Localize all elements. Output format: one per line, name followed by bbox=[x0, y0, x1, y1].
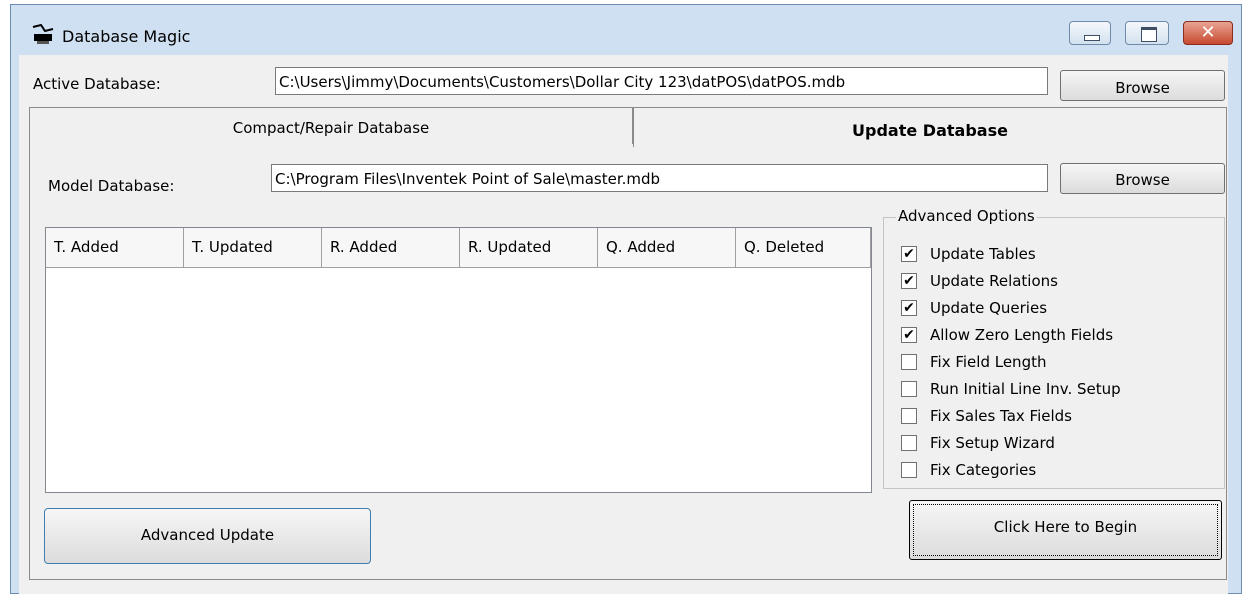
window-title: Database Magic bbox=[62, 27, 191, 46]
column-header-r-added[interactable]: R. Added bbox=[322, 228, 460, 268]
active-database-path-field[interactable]: C:\Users\Jimmy\Documents\Customers\Dolla… bbox=[275, 67, 1048, 95]
model-database-label: Model Database: bbox=[48, 177, 175, 195]
column-header-q-added[interactable]: Q. Added bbox=[598, 228, 736, 268]
model-database-path-field[interactable]: C:\Program Files\Inventek Point of Sale\… bbox=[271, 164, 1048, 192]
begin-button-label: Click Here to Begin bbox=[913, 504, 1218, 556]
option-label: Update Relations bbox=[930, 272, 1058, 290]
checkbox-fix-sales-tax-fields[interactable] bbox=[901, 408, 917, 424]
maximize-icon bbox=[1141, 27, 1157, 42]
option-label: Fix Categories bbox=[930, 461, 1037, 479]
option-label: Allow Zero Length Fields bbox=[930, 326, 1114, 344]
column-header-q-deleted[interactable]: Q. Deleted bbox=[736, 228, 871, 268]
title-bar[interactable]: Database Magic ✕ bbox=[0, 0, 1250, 55]
tab-update-database[interactable]: Update Database bbox=[633, 107, 1227, 147]
checkbox-update-queries[interactable]: ✔ bbox=[901, 300, 917, 316]
maximize-button[interactable] bbox=[1125, 21, 1169, 45]
minimize-button[interactable] bbox=[1069, 21, 1111, 45]
option-label: Fix Field Length bbox=[930, 353, 1047, 371]
begin-button[interactable]: Click Here to Begin bbox=[909, 500, 1222, 560]
option-label: Update Tables bbox=[930, 245, 1036, 263]
option-label: Run Initial Line Inv. Setup bbox=[930, 380, 1121, 398]
checkbox-update-relations[interactable]: ✔ bbox=[901, 273, 917, 289]
model-database-browse-button[interactable]: Browse bbox=[1060, 163, 1225, 194]
option-label: Update Queries bbox=[930, 299, 1048, 317]
advanced-options-title: Advanced Options bbox=[896, 207, 1037, 225]
close-icon: ✕ bbox=[1200, 22, 1216, 43]
column-header-t-updated[interactable]: T. Updated bbox=[184, 228, 322, 268]
tab-compact-repair[interactable]: Compact/Repair Database bbox=[29, 107, 633, 144]
advanced-update-button[interactable]: Advanced Update bbox=[44, 508, 371, 564]
checkbox-run-initial-line-inv-setup[interactable] bbox=[901, 381, 917, 397]
option-label: Fix Sales Tax Fields bbox=[930, 407, 1072, 425]
column-header-t-added[interactable]: T. Added bbox=[46, 228, 184, 268]
column-header-r-updated[interactable]: R. Updated bbox=[460, 228, 598, 268]
checkbox-fix-field-length[interactable] bbox=[901, 354, 917, 370]
active-database-label: Active Database: bbox=[33, 75, 161, 93]
checkbox-fix-setup-wizard[interactable] bbox=[901, 435, 917, 451]
close-button[interactable]: ✕ bbox=[1183, 21, 1233, 45]
results-table[interactable]: T. Added T. Updated R. Added R. Updated … bbox=[45, 227, 872, 493]
database-app-icon bbox=[32, 23, 54, 44]
checkbox-fix-categories[interactable] bbox=[901, 462, 917, 478]
active-database-browse-button[interactable]: Browse bbox=[1060, 70, 1225, 101]
option-label: Fix Setup Wizard bbox=[930, 434, 1055, 452]
minimize-icon bbox=[1084, 35, 1100, 41]
checkbox-update-tables[interactable]: ✔ bbox=[901, 246, 917, 262]
checkbox-allow-zero-length-fields[interactable]: ✔ bbox=[901, 327, 917, 343]
